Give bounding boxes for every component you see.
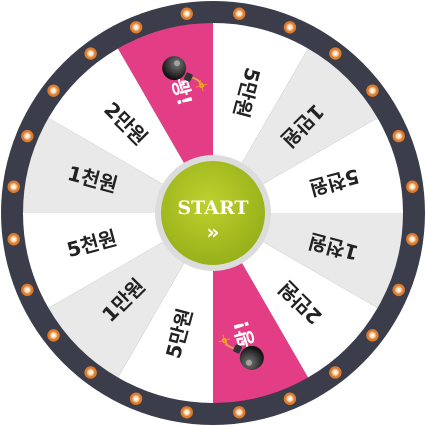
start-button[interactable]: START » (155, 155, 271, 271)
rim-bulb (131, 394, 141, 404)
rim-bulb (407, 182, 417, 192)
rim-bulb (394, 285, 404, 295)
rim-bulb (182, 9, 192, 19)
rim-bulb (9, 182, 19, 192)
rim-bulb (22, 131, 32, 141)
rim-bulb (234, 9, 244, 19)
rim-bulb (48, 86, 59, 96)
rim-bulb (407, 234, 417, 244)
rim-bulb (48, 330, 59, 340)
rim-bulb (9, 234, 19, 244)
rim-bulb (367, 86, 378, 96)
rim-bulb (330, 48, 340, 59)
rim-bulb (330, 367, 340, 378)
rim-bulb (86, 367, 96, 378)
rim-bulb (234, 407, 244, 417)
rim-bulb (22, 285, 32, 295)
rim-bulb (131, 22, 141, 32)
rim-bulb (394, 131, 404, 141)
rim-bulb (182, 407, 192, 417)
rim-bulb (285, 394, 295, 404)
rim-bulb (86, 48, 96, 59)
start-label: START (177, 197, 248, 219)
prize-wheel: 5만원1만원5천원1천원2만원꽝!5만원1만원5천원1천원2만원꽝! START… (1, 1, 425, 425)
rim-bulb (285, 22, 295, 32)
double-chevron-right-icon: » (207, 220, 220, 244)
rim-bulb (367, 330, 378, 340)
